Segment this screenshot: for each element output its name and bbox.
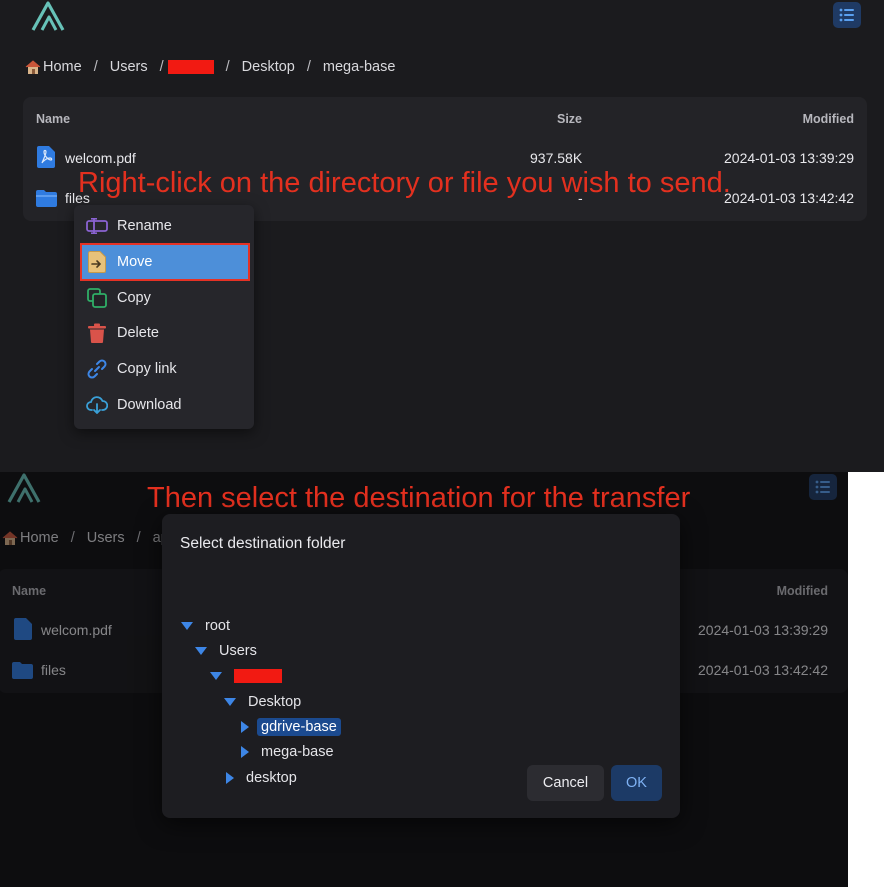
list-view-button[interactable] (833, 2, 861, 28)
file-modified: 2024-01-03 13:42:42 (724, 190, 854, 206)
file-manager-screenshot-2: Home / Users / ap Name Modified welcom.p… (0, 472, 848, 887)
redacted-username (167, 60, 214, 74)
blank-margin (848, 472, 884, 887)
list-icon (815, 480, 830, 494)
file-table: Name Size Modified welcom.pdf 937.58K 20… (23, 97, 867, 221)
copy-icon (87, 288, 107, 308)
menu-item-delete[interactable]: Delete (74, 316, 254, 350)
breadcrumb-separator: / (159, 59, 164, 75)
dialog-title: Select destination folder (180, 535, 346, 552)
select-destination-dialog: Select destination folder root Users Des… (162, 514, 680, 818)
file-modified: 2024-01-03 13:39:29 (724, 150, 854, 166)
home-icon (2, 531, 18, 545)
expanded-arrow-icon[interactable] (195, 647, 207, 655)
home-icon (25, 60, 41, 74)
column-header-name[interactable]: Name (36, 112, 70, 126)
list-view-button (809, 474, 837, 500)
cancel-button[interactable]: Cancel (527, 765, 604, 801)
file-manager-screenshot-1: Home / Users / / Desktop / mega-base Nam… (0, 0, 884, 472)
breadcrumb-separator: / (136, 530, 141, 546)
column-header-modified: Modified (776, 584, 828, 598)
breadcrumb-current[interactable]: mega-base (323, 59, 396, 75)
cloud-download-icon (86, 396, 108, 414)
collapsed-arrow-icon[interactable] (241, 746, 249, 758)
breadcrumb-separator: / (70, 530, 75, 546)
rename-icon (86, 218, 108, 234)
ok-button[interactable]: OK (611, 765, 662, 801)
link-icon (87, 359, 107, 379)
collapsed-arrow-icon[interactable] (241, 721, 249, 733)
tree-node-label-selected: gdrive-base (257, 718, 341, 736)
column-header-size[interactable]: Size (557, 112, 582, 126)
tree-node-desktop-lower[interactable]: desktop (224, 767, 297, 789)
menu-item-label: Copy (117, 290, 151, 306)
tree-node-gdrive-base[interactable]: gdrive-base (239, 716, 341, 738)
column-header-modified[interactable]: Modified (803, 112, 854, 126)
redacted-username (234, 669, 282, 683)
breadcrumb-separator: / (93, 59, 98, 75)
tree-node-label: Users (219, 643, 257, 659)
breadcrumb-home-label: Home (20, 530, 59, 546)
tree-node-user-folder[interactable] (210, 665, 282, 687)
file-modified: 2024-01-03 13:42:42 (698, 662, 828, 678)
breadcrumb: Home / Users / ap (2, 530, 169, 546)
menu-item-copy-link[interactable]: Copy link (74, 352, 254, 386)
app-logo-icon[interactable] (30, 0, 66, 32)
expanded-arrow-icon[interactable] (210, 672, 222, 680)
collapsed-arrow-icon[interactable] (226, 772, 234, 784)
breadcrumb-users: Users (86, 530, 125, 546)
menu-item-copy[interactable]: Copy (74, 281, 254, 315)
menu-item-label: Copy link (117, 361, 177, 377)
pdf-file-icon (37, 146, 55, 168)
expanded-arrow-icon[interactable] (224, 698, 236, 706)
file-name[interactable]: welcom.pdf (65, 150, 136, 166)
breadcrumb-users[interactable]: Users (110, 59, 148, 75)
instruction-annotation: Then select the destination for the tran… (147, 482, 691, 514)
column-header-name: Name (12, 584, 47, 598)
menu-item-label: Rename (117, 218, 172, 234)
breadcrumb-separator: / (225, 59, 230, 75)
tree-node-users[interactable]: Users (195, 640, 257, 662)
trash-icon (88, 323, 106, 343)
menu-item-download[interactable]: Download (74, 388, 254, 422)
list-icon (839, 8, 854, 22)
file-size: 937.58K (530, 150, 583, 166)
tree-node-label: Desktop (248, 694, 302, 710)
breadcrumb-desktop[interactable]: Desktop (242, 59, 295, 75)
tree-node-mega-base[interactable]: mega-base (239, 741, 334, 763)
tree-node-label: mega-base (261, 744, 334, 760)
breadcrumb-home: Home (2, 530, 59, 546)
pdf-file-icon (14, 618, 32, 640)
folder-icon (36, 190, 57, 207)
breadcrumb-home[interactable]: Home (25, 59, 82, 75)
expanded-arrow-icon[interactable] (181, 622, 193, 630)
move-icon (88, 251, 106, 273)
instruction-annotation: Right-click on the directory or file you… (78, 167, 731, 199)
file-name: files (41, 662, 66, 678)
menu-item-label: Delete (117, 325, 159, 341)
menu-item-label: Download (117, 397, 182, 413)
context-menu: Rename Move Copy Delete Copy link Downlo… (74, 205, 254, 429)
tree-node-root[interactable]: root (181, 615, 230, 637)
breadcrumb-home-label: Home (43, 59, 82, 75)
folder-icon (12, 662, 33, 679)
app-logo-icon (7, 473, 41, 503)
tree-node-label: desktop (246, 770, 297, 786)
tree-node-label: root (205, 618, 230, 634)
breadcrumb: Home / Users / / Desktop / mega-base (25, 59, 395, 75)
file-modified: 2024-01-03 13:39:29 (698, 622, 828, 638)
menu-item-rename[interactable]: Rename (74, 209, 254, 243)
menu-item-label: Move (117, 254, 153, 270)
menu-item-move[interactable]: Move (80, 243, 250, 281)
breadcrumb-separator: / (306, 59, 311, 75)
tree-node-desktop[interactable]: Desktop (224, 691, 301, 713)
file-name: welcom.pdf (41, 622, 112, 638)
